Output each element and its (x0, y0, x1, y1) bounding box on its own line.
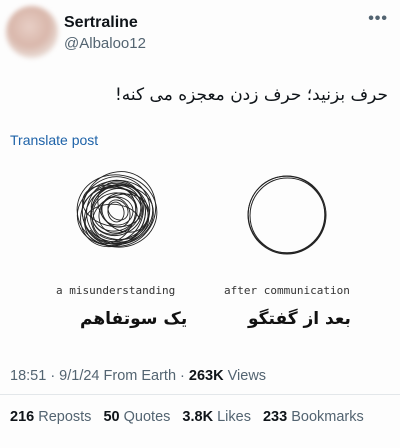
bookmarks-label: Bookmarks (287, 409, 364, 425)
avatar[interactable] (6, 6, 58, 58)
misunderstanding-caption: a misunderstanding (56, 284, 176, 297)
quotes-stat[interactable]: 50 Quotes (103, 409, 170, 425)
post-stats: 216 Reposts 50 Quotes 3.8K Likes 233 Boo… (10, 409, 372, 425)
author-handle[interactable]: @Albaloo12 (64, 35, 146, 52)
divider (0, 394, 400, 395)
views-label: Views (223, 368, 267, 384)
post-meta: 18:51 · 9/1/24 From Earth · 263K Views (10, 368, 266, 384)
likes-stat[interactable]: 3.8K Likes (182, 409, 251, 425)
quotes-label: Quotes (119, 409, 171, 425)
reposts-stat[interactable]: 216 Reposts (10, 409, 91, 425)
author-name[interactable]: Sertraline (64, 14, 138, 32)
likes-count: 3.8K (182, 409, 214, 425)
communication-caption-fa: بعد از گفتگو (248, 309, 351, 329)
likes-label: Likes (213, 409, 251, 425)
reposts-label: Reposts (34, 409, 92, 425)
communication-caption: after communication (224, 284, 350, 297)
post-timestamp[interactable]: 18:51 · 9/1/24 From Earth · (10, 368, 189, 384)
views-count: 263K (188, 368, 224, 384)
post-text: حرف بزنید؛ حرف زدن معجزه می کنه! (114, 85, 388, 105)
scribble-illustration (76, 171, 158, 248)
translate-post-link[interactable]: Translate post (10, 132, 98, 148)
tweet-card: Sertraline @Albaloo12 ••• حرف بزنید؛ حرف… (0, 0, 400, 448)
circle-illustration (247, 175, 327, 255)
quotes-count: 50 (103, 409, 120, 425)
bookmarks-count: 233 (262, 409, 288, 425)
more-dots-icon[interactable]: ••• (368, 10, 388, 28)
bookmarks-stat[interactable]: 233 Bookmarks (263, 409, 364, 425)
reposts-count: 216 (10, 409, 35, 425)
misunderstanding-caption-fa: یک سوتفاهم (80, 309, 188, 329)
